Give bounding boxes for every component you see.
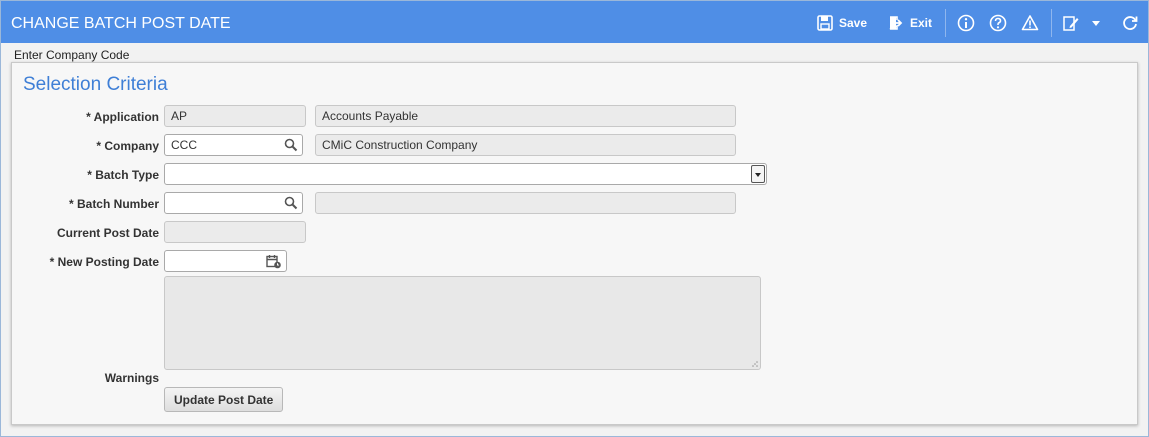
page-title: CHANGE BATCH POST DATE bbox=[11, 15, 231, 32]
batch-number-field[interactable] bbox=[164, 192, 303, 214]
application-code-field: AP bbox=[164, 105, 306, 127]
save-icon bbox=[817, 15, 833, 31]
help-icon[interactable] bbox=[989, 14, 1007, 32]
resize-grip-icon[interactable] bbox=[750, 359, 758, 367]
application-label: * Application bbox=[86, 110, 159, 124]
save-label: Save bbox=[839, 16, 868, 30]
application-description-field: Accounts Payable bbox=[315, 105, 736, 127]
search-icon[interactable] bbox=[284, 138, 298, 152]
current-post-date-field bbox=[164, 221, 306, 243]
exit-label: Exit bbox=[910, 16, 933, 30]
batch-type-select[interactable] bbox=[164, 163, 767, 185]
new-posting-date-label: * New Posting Date bbox=[49, 255, 159, 269]
toolbar-divider bbox=[1051, 9, 1052, 37]
company-description-field: CMiC Construction Company bbox=[315, 134, 736, 156]
company-label: * Company bbox=[96, 139, 159, 153]
info-icon[interactable] bbox=[957, 14, 975, 32]
batch-number-description-field bbox=[315, 192, 736, 214]
exit-button[interactable]: Exit bbox=[888, 14, 932, 32]
company-field[interactable]: CCC bbox=[164, 134, 303, 156]
selection-criteria-panel: Selection Criteria * Application AP Acco… bbox=[11, 62, 1138, 425]
calendar-icon[interactable] bbox=[266, 254, 282, 269]
current-post-date-label: Current Post Date bbox=[56, 226, 159, 240]
edit-icon[interactable] bbox=[1062, 14, 1080, 32]
warning-icon[interactable] bbox=[1021, 14, 1039, 32]
title-bar: CHANGE BATCH POST DATE Save Exit bbox=[1, 1, 1148, 43]
warnings-value bbox=[165, 277, 760, 285]
save-button[interactable]: Save bbox=[817, 14, 867, 32]
warnings-textarea[interactable] bbox=[164, 276, 761, 370]
update-post-date-button[interactable]: Update Post Date bbox=[164, 387, 284, 412]
exit-icon bbox=[889, 16, 903, 30]
chevron-down-icon[interactable] bbox=[751, 165, 765, 183]
status-hint: Enter Company Code bbox=[14, 48, 130, 62]
toolbar-divider bbox=[945, 9, 946, 37]
company-code-value: CCC bbox=[171, 138, 197, 152]
refresh-icon[interactable] bbox=[1121, 14, 1139, 32]
section-title: Selection Criteria bbox=[23, 74, 168, 95]
chevron-down-icon[interactable] bbox=[1090, 17, 1102, 29]
batch-type-label: * Batch Type bbox=[87, 168, 159, 182]
batch-number-label: * Batch Number bbox=[68, 197, 159, 211]
new-posting-date-field[interactable] bbox=[164, 250, 287, 272]
warnings-label: Warnings bbox=[104, 371, 159, 385]
search-icon[interactable] bbox=[284, 196, 298, 210]
